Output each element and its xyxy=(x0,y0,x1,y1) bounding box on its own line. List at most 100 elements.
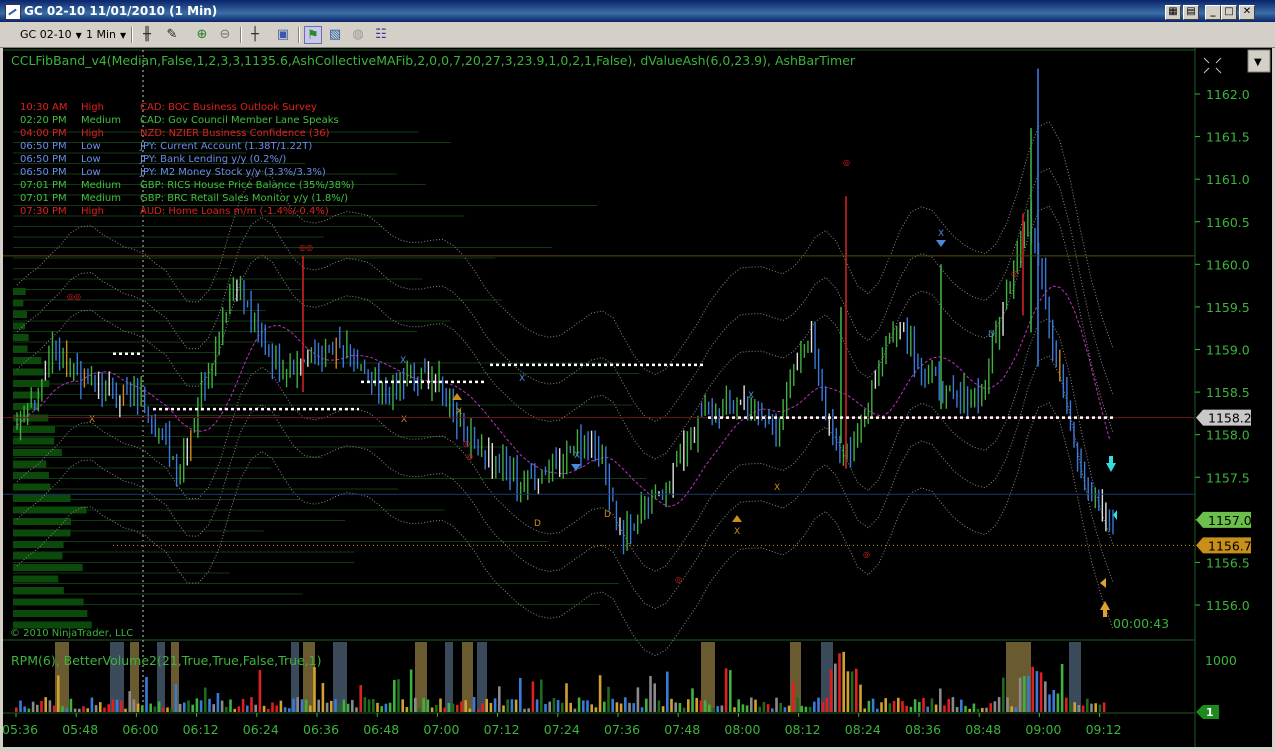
strategies-icon[interactable]: ⚑ xyxy=(304,26,322,44)
time-tick: 08:24 xyxy=(845,722,881,737)
price-tick: 1161.0 xyxy=(1206,172,1250,187)
time-tick: 06:48 xyxy=(363,722,399,737)
signal-mark: ◎◎ xyxy=(299,243,313,252)
bar-type-icon[interactable]: ╫ xyxy=(138,26,156,44)
price-tag-label: 1158.2 xyxy=(1208,411,1252,426)
title-bar[interactable]: GC 02-10 11/01/2010 (1 Min) ▦ ▤ _ □ ✕ xyxy=(0,0,1275,22)
news-time: 07:01 PM xyxy=(20,193,67,204)
signal-mark: X xyxy=(734,527,740,537)
news-event: AUD: Home Loans m/m (-1.4%/-0.4%) xyxy=(140,206,329,217)
signal-mark: ◎ xyxy=(843,158,850,167)
signal-mark: X xyxy=(748,391,754,401)
time-tick: 05:48 xyxy=(62,722,98,737)
signal-mark: ◎◎ xyxy=(67,292,81,301)
data-box-icon[interactable]: ◍ xyxy=(349,26,367,44)
news-event: JPY: M2 Money Stock y/y (3.3%/3.3%) xyxy=(139,167,326,178)
maximize-button[interactable]: □ xyxy=(1221,5,1237,20)
signal-mark: ◎ xyxy=(463,439,470,448)
zoom-in-icon[interactable]: ⊕ xyxy=(193,26,211,44)
price-tick: 1159.0 xyxy=(1206,343,1250,358)
time-tick: 05:36 xyxy=(3,722,38,737)
signal-mark: ◎ xyxy=(675,575,682,584)
signal-mark: D xyxy=(534,519,541,529)
zoom-out-icon[interactable]: ⊖ xyxy=(216,26,234,44)
price-tag-label: 1157.0 xyxy=(1208,513,1252,528)
news-impact: Low xyxy=(81,167,101,178)
copyright-label: © 2010 NinjaTrader, LLC xyxy=(10,628,133,639)
price-tick: 1156.0 xyxy=(1206,598,1250,613)
close-button[interactable]: ✕ xyxy=(1239,5,1255,20)
time-tick: 07:36 xyxy=(604,722,640,737)
time-tick: 07:00 xyxy=(423,722,459,737)
signal-mark: X xyxy=(938,229,944,239)
bar-timer: 00:00:43 xyxy=(1113,616,1169,631)
chart-app-icon xyxy=(5,4,21,20)
interval-selector[interactable]: 1 Min ▼ xyxy=(82,26,130,44)
drawing-pencil-icon[interactable]: ✎ xyxy=(163,26,181,44)
chart-trader-icon[interactable]: ☷ xyxy=(372,26,390,44)
news-event: JPY: Current Account (1.38T/1.22T) xyxy=(139,141,312,152)
news-time: 10:30 AM xyxy=(20,102,67,113)
news-time: 07:30 PM xyxy=(20,206,67,217)
news-impact: Low xyxy=(81,141,101,152)
time-tick: 07:12 xyxy=(484,722,520,737)
news-event: CAD: Gov Council Member Lane Speaks xyxy=(140,115,339,126)
news-event: CAD: BOC Business Outlook Survey xyxy=(140,102,317,113)
price-tick: 1160.5 xyxy=(1206,215,1250,230)
news-impact: High xyxy=(81,128,104,139)
news-event: GBP: BRC Retail Sales Monitor y/y (1.8%/… xyxy=(140,193,348,204)
lower-value-tag-text: 1 xyxy=(1206,706,1214,719)
properties-icon[interactable]: ▣ xyxy=(274,26,292,44)
toolbar-separator xyxy=(131,27,133,43)
news-event: NZD: NZIER Business Confidence (36) xyxy=(140,128,330,139)
news-impact: Low xyxy=(81,154,101,165)
price-chart[interactable]: ◎◎◎◎◎◎◎◎◎◎XXXXXXXXXXDDD CCLFibBand_v4(Me… xyxy=(2,48,1272,747)
signal-mark: X xyxy=(774,483,780,493)
toolbar-separator xyxy=(298,27,300,43)
price-tick: 1159.5 xyxy=(1206,300,1250,315)
window-title: GC 02-10 11/01/2010 (1 Min) xyxy=(24,4,218,18)
crosshair-icon[interactable]: ┼ xyxy=(246,26,264,44)
price-tick: 1158.5 xyxy=(1206,385,1250,400)
signal-mark: D xyxy=(604,510,611,520)
instrument-label: GC 02-10 xyxy=(20,28,72,41)
signal-mark: ◎ xyxy=(1011,269,1018,278)
signal-mark: X xyxy=(456,407,462,417)
time-tick: 07:48 xyxy=(664,722,700,737)
news-time: 06:50 PM xyxy=(20,141,67,152)
signal-mark: ◎ xyxy=(863,550,870,559)
toolbar-separator xyxy=(240,27,242,43)
news-time: 02:20 PM xyxy=(20,115,67,126)
time-tick: 08:12 xyxy=(785,722,821,737)
signal-mark: ◎ xyxy=(466,452,473,461)
time-tick: 09:12 xyxy=(1086,722,1122,737)
lower-axis-tick: 1000 xyxy=(1205,653,1237,668)
time-tick: 08:36 xyxy=(905,722,941,737)
news-time: 07:01 PM xyxy=(20,180,67,191)
price-tick: 1160.0 xyxy=(1206,257,1250,272)
news-time: 06:50 PM xyxy=(20,167,67,178)
indicators-icon[interactable]: ▧ xyxy=(326,26,344,44)
signal-mark: D xyxy=(988,330,995,340)
signal-mark: X xyxy=(400,356,406,366)
indicator-label: CCLFibBand_v4(Median,False,1,2,3,3,1135.… xyxy=(11,53,856,68)
price-tick: 1162.0 xyxy=(1206,87,1250,102)
price-tick: 1161.5 xyxy=(1206,130,1250,145)
news-impact: High xyxy=(81,206,104,217)
interval-label: 1 Min xyxy=(86,28,117,41)
news-time: 04:00 PM xyxy=(20,128,67,139)
chart-window: GC 02-10 11/01/2010 (1 Min) ▦ ▤ _ □ ✕ GC… xyxy=(0,0,1275,750)
price-tag-label: 1156.7 xyxy=(1208,538,1252,553)
chart-mode-icon[interactable]: ▦ xyxy=(1165,5,1181,20)
news-impact: Medium xyxy=(81,180,121,191)
time-tick: 06:24 xyxy=(243,722,279,737)
link-icon[interactable]: ▤ xyxy=(1183,5,1199,20)
time-tick: 06:00 xyxy=(122,722,158,737)
time-tick: 08:48 xyxy=(965,722,1001,737)
signal-mark: X xyxy=(519,374,525,384)
minimize-button[interactable]: _ xyxy=(1205,5,1221,20)
instrument-selector[interactable]: GC 02-10 ▼ xyxy=(16,26,86,44)
news-event: GBP: RICS House Price Balance (35%/38%) xyxy=(140,180,354,191)
chart-panel[interactable]: ◎◎ ◎◎ ◎ ◎ ◎ ◎ ◎ ◎ X X X X X X X X X X D D D CCLFibBand_v4(Me… xyxy=(2,48,1272,747)
chevron-down-icon: ▼ xyxy=(75,31,82,40)
